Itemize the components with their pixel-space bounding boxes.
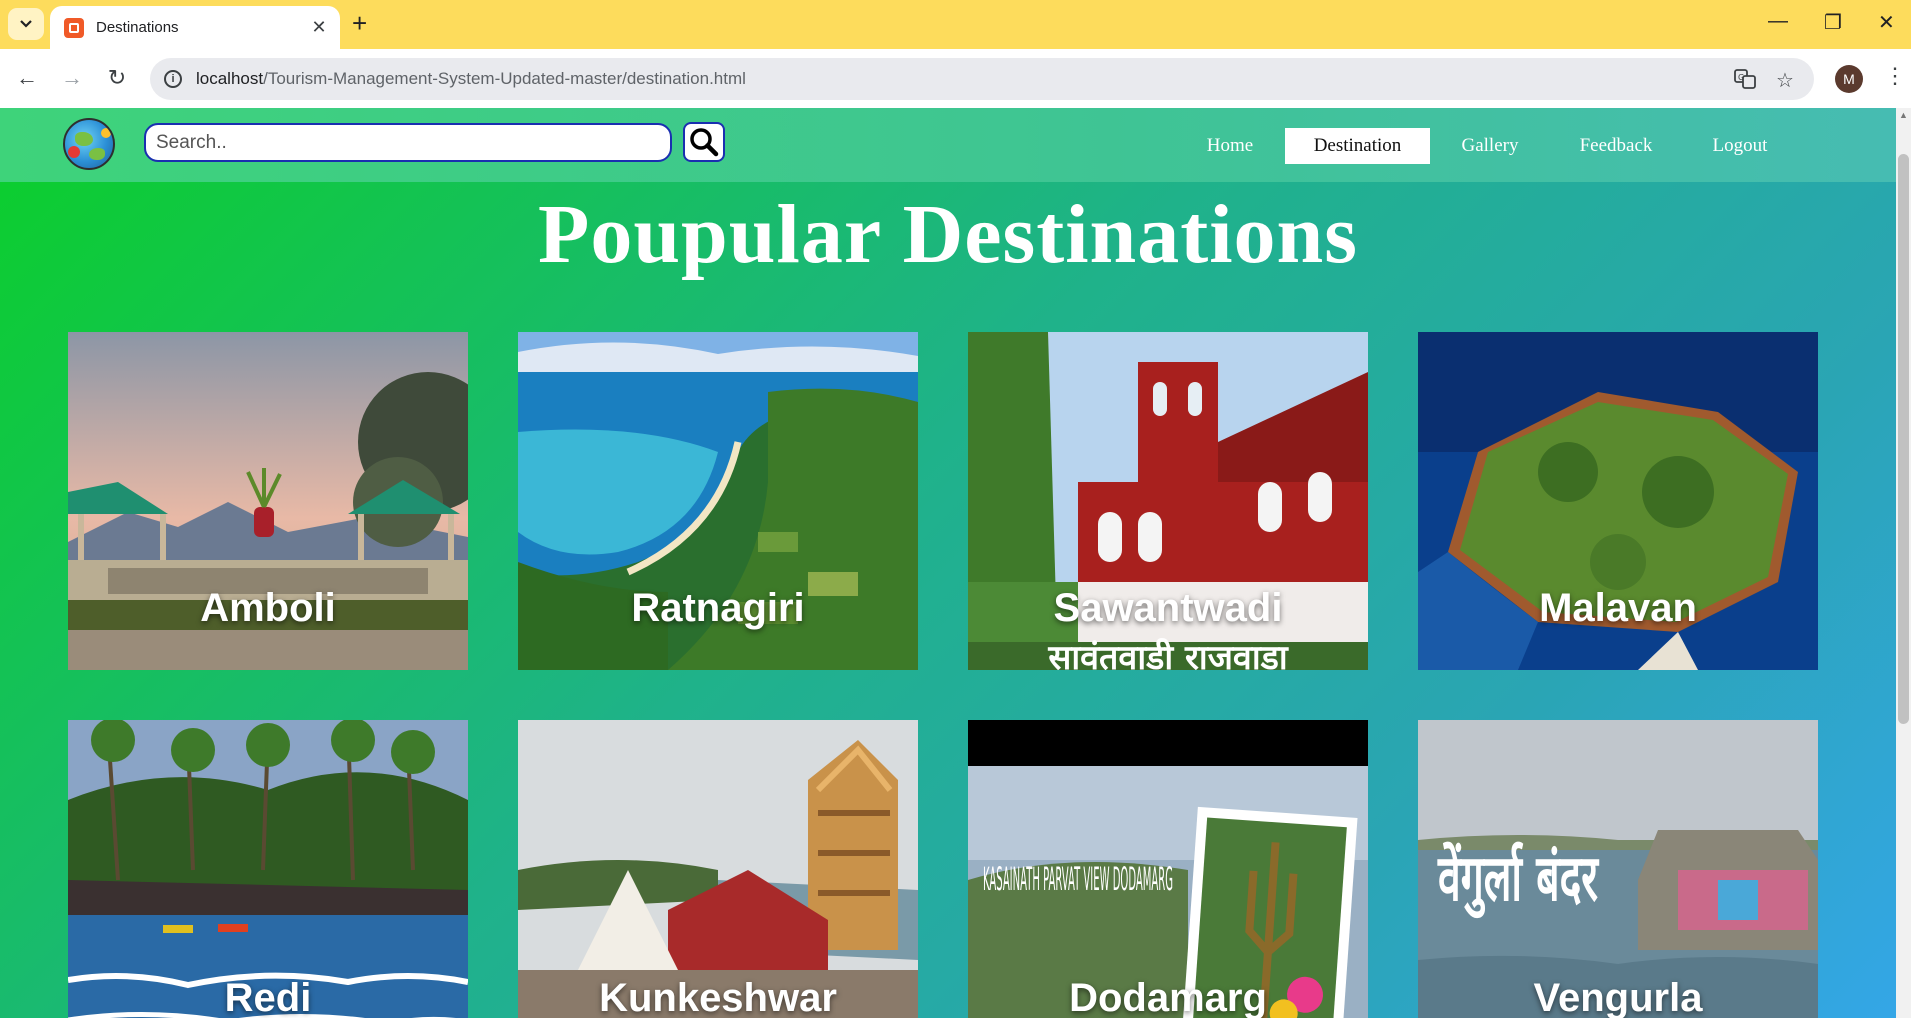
search-button[interactable] <box>683 122 725 162</box>
close-window-icon[interactable]: ✕ <box>1878 10 1895 35</box>
url-host: localhost <box>196 69 264 88</box>
new-tab-icon[interactable]: + <box>352 10 367 36</box>
translate-icon[interactable]: G <box>1734 68 1756 96</box>
destination-card-redi[interactable]: Redi <box>68 720 468 1018</box>
minimize-icon[interactable]: — <box>1768 10 1788 33</box>
forward-arrow-icon[interactable]: → <box>57 65 87 91</box>
browser-tab-strip: Destinations ✕ + — ❐ ✕ <box>0 0 1911 49</box>
address-bar[interactable]: i localhost/Tourism-Management-System-Up… <box>150 58 1814 100</box>
browser-tab[interactable]: Destinations ✕ <box>50 6 340 49</box>
xampp-favicon-icon <box>64 17 84 38</box>
search-input[interactable] <box>144 123 672 162</box>
destination-card-amboli[interactable]: Amboli <box>68 332 468 670</box>
destination-card-dodamarg[interactable]: KASAINATH PARVAT VIEW DODAMARG Dodamarg <box>968 720 1368 1018</box>
card-label: Sawantwadi <box>1053 586 1283 630</box>
url-path: /Tourism-Management-System-Updated-maste… <box>263 69 746 88</box>
vengurla-image-caption: वेंगुर्ला बंदर <box>1437 841 1599 919</box>
svg-text:G: G <box>1738 73 1744 82</box>
bookmark-star-icon[interactable]: ☆ <box>1776 68 1794 93</box>
page-title: Poupular Destinations <box>538 188 1358 281</box>
tab-search-button[interactable] <box>8 8 44 40</box>
destination-card-kunkeshwar[interactable]: Kunkeshwar <box>518 720 918 1018</box>
redi-photo <box>68 720 468 1018</box>
destination-card-sawantwadi[interactable]: सावंतवाडी राजवाडा Sawantwadi <box>968 332 1368 670</box>
card-label: Malavan <box>1539 586 1697 630</box>
page-scrollbar[interactable]: ▲ <box>1896 108 1911 1018</box>
reload-icon[interactable]: ↻ <box>102 65 132 91</box>
destination-card-malavan[interactable]: Malavan <box>1418 332 1818 670</box>
site-navbar: Home Destination Gallery Feedback Logout <box>0 108 1896 182</box>
page-viewport: Home Destination Gallery Feedback Logout… <box>0 108 1911 1018</box>
browser-toolbar: ← → ↻ i localhost/Tourism-Management-Sys… <box>0 49 1911 108</box>
nav-gallery[interactable]: Gallery <box>1448 128 1532 164</box>
chevron-down-icon <box>20 20 32 28</box>
tab-title: Destinations <box>96 19 179 36</box>
card-label: Redi <box>224 976 312 1018</box>
restore-icon[interactable]: ❐ <box>1824 10 1842 35</box>
kunkeshwar-photo <box>518 720 918 1018</box>
site-info-icon[interactable]: i <box>164 70 182 88</box>
close-tab-icon[interactable]: ✕ <box>308 17 330 38</box>
profile-avatar[interactable]: M <box>1835 65 1863 93</box>
dodamarg-image-caption: KASAINATH PARVAT VIEW DODAMARG <box>983 860 1173 898</box>
nav-destination[interactable]: Destination <box>1285 128 1430 164</box>
sawantwadi-image-caption: सावंतवाडी राजवाडा <box>1047 637 1288 670</box>
destination-card-ratnagiri[interactable]: Ratnagiri <box>518 332 918 670</box>
dodamarg-photo: KASAINATH PARVAT VIEW DODAMARG <box>968 720 1368 1018</box>
card-label: Amboli <box>200 586 336 630</box>
card-label: Ratnagiri <box>631 586 805 630</box>
search-icon <box>690 128 719 157</box>
globe-logo-icon[interactable] <box>63 118 115 170</box>
scrollbar-thumb[interactable] <box>1898 154 1909 724</box>
card-label: Vengurla <box>1533 976 1703 1018</box>
nav-home[interactable]: Home <box>1192 128 1268 164</box>
nav-logout[interactable]: Logout <box>1700 128 1780 164</box>
card-label: Kunkeshwar <box>599 976 837 1018</box>
nav-feedback[interactable]: Feedback <box>1564 128 1668 164</box>
vengurla-photo: वेंगुर्ला बंदर <box>1418 720 1818 1018</box>
browser-menu-icon[interactable]: ⋮ <box>1884 63 1906 89</box>
scroll-up-arrow-icon[interactable]: ▲ <box>1899 110 1908 120</box>
url-text: localhost/Tourism-Management-System-Upda… <box>196 69 746 89</box>
back-arrow-icon[interactable]: ← <box>12 65 42 91</box>
destination-card-vengurla[interactable]: वेंगुर्ला बंदर Vengurla <box>1418 720 1818 1018</box>
card-label: Dodamarg <box>1069 976 1267 1018</box>
